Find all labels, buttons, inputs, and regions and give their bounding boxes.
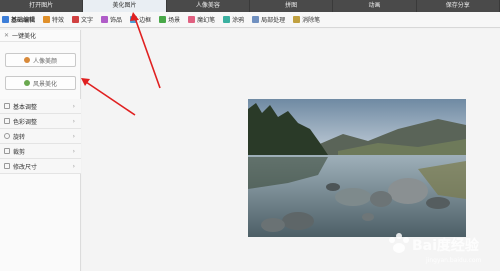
portrait-beautify-button[interactable]: 人像美颜: [5, 53, 76, 67]
tool-label: 涂鸦: [232, 17, 245, 24]
frame-icon: [130, 16, 138, 23]
baidu-paw-icon: Bai度经验 jingyan.baidu.com: [389, 233, 482, 264]
adjust-icon: [4, 103, 10, 109]
chevron-right-icon: ›: [72, 117, 75, 125]
tool-basic-edit[interactable]: 基础编辑: [2, 15, 35, 24]
eraser-icon: [293, 16, 301, 23]
scene-icon: [159, 16, 167, 23]
tool-label: 饰品: [110, 17, 123, 24]
chevron-right-icon: ›: [72, 102, 75, 110]
tool-label: 消除笔: [302, 17, 321, 24]
tab-collage[interactable]: 拼图: [250, 0, 334, 12]
tool-label: 场景: [168, 17, 181, 24]
doodle-icon: [223, 16, 231, 23]
tab-beautify-image[interactable]: 美化图片: [83, 0, 167, 12]
button-label: 人像美颜: [32, 57, 57, 65]
panel-header: ✕ 一键美化: [0, 30, 80, 42]
text-icon: [72, 16, 80, 23]
tool-effects[interactable]: 特效: [43, 15, 64, 24]
tool-label: 文字: [81, 17, 94, 24]
chevron-right-icon: ›: [72, 147, 75, 155]
section-label: 色彩调整: [13, 118, 38, 126]
edit-toolbar: 基础编辑 特效 文字 饰品 边框 场景 魔幻笔 涂鸦 局部处理 消除笔: [0, 12, 500, 28]
button-label: 风景美化: [32, 80, 57, 88]
color-icon: [4, 118, 10, 124]
local-edit-icon: [252, 16, 260, 23]
section-crop[interactable]: 裁剪 ›: [0, 144, 81, 159]
landscape-photo: [248, 99, 466, 237]
panel-title: 一键美化: [12, 33, 37, 40]
tool-frame[interactable]: 边框: [130, 15, 151, 24]
tool-label: 基础编辑: [11, 17, 36, 24]
tool-label: 特效: [52, 17, 65, 24]
magic-pen-icon: [188, 16, 196, 23]
resize-icon: [4, 163, 10, 169]
baidu-jingyan-watermark: Bai度经验 jingyan.baidu.com: [382, 226, 494, 266]
ornament-icon: [101, 16, 109, 23]
tool-local-edit[interactable]: 局部处理: [252, 15, 285, 24]
top-tab-bar: 打开图片 美化图片 人像美容 拼图 动画 保存分享: [0, 0, 500, 12]
section-label: 基本调整: [13, 103, 38, 111]
tool-text[interactable]: 文字: [72, 15, 93, 24]
landscape-beautify-button[interactable]: 风景美化: [5, 76, 76, 90]
chevron-right-icon: ›: [72, 162, 75, 170]
tool-label: 边框: [139, 17, 152, 24]
effects-icon: [43, 16, 51, 23]
tab-portrait[interactable]: 人像美容: [167, 0, 250, 12]
tab-open-image[interactable]: 打开图片: [0, 0, 84, 12]
landscape-icon: [23, 80, 30, 86]
section-basic-adjust[interactable]: 基本调整 ›: [0, 99, 81, 114]
section-rotate[interactable]: 旋转 ›: [0, 129, 81, 144]
rotate-icon: [4, 133, 10, 139]
tool-scene[interactable]: 场景: [159, 15, 180, 24]
collapse-icon[interactable]: ✕: [4, 32, 9, 39]
portrait-icon: [23, 57, 30, 63]
chevron-right-icon: ›: [72, 132, 75, 140]
tool-eraser[interactable]: 消除笔: [293, 15, 320, 24]
section-color-adjust[interactable]: 色彩调整 ›: [0, 114, 81, 129]
tool-ornament[interactable]: 饰品: [101, 15, 122, 24]
watermark-text: Bai度经验: [412, 237, 480, 254]
tool-label: 魔幻笔: [197, 17, 216, 24]
edit-icon: [2, 16, 9, 23]
watermark-url: jingyan.baidu.com: [425, 257, 482, 264]
tool-magic-pen[interactable]: 魔幻笔: [188, 15, 215, 24]
tool-label: 局部处理: [261, 17, 286, 24]
section-label: 裁剪: [13, 148, 26, 156]
tab-save-share[interactable]: 保存分享: [417, 0, 500, 12]
section-label: 修改尺寸: [13, 163, 38, 171]
tool-doodle[interactable]: 涂鸦: [223, 15, 244, 24]
left-panel: ✕ 一键美化 人像美颜 风景美化 基本调整 › 色彩调整 › 旋转 › 裁剪 › 修改尺…: [0, 30, 81, 271]
crop-icon: [4, 148, 10, 154]
tab-animation[interactable]: 动画: [333, 0, 417, 12]
section-label: 旋转: [13, 133, 26, 141]
section-resize[interactable]: 修改尺寸 ›: [0, 159, 81, 174]
